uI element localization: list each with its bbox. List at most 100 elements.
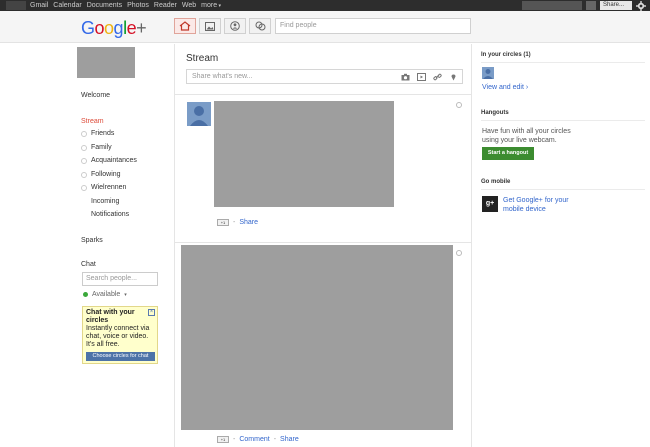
circles-tab[interactable] <box>249 18 271 34</box>
get-mobile-link[interactable]: Get Google+ for your mobile device <box>503 196 583 214</box>
share-link[interactable]: Share <box>239 219 258 226</box>
circle-icon <box>81 184 87 191</box>
notification-count[interactable] <box>586 1 596 10</box>
stream-column: Stream Share what's new... +1 - Share +1… <box>174 44 472 447</box>
promo-title: Chat with your circles <box>86 309 135 324</box>
chat-search-input[interactable]: Search people... <box>82 272 158 286</box>
sidebar-item-label: Wielrennen <box>91 184 127 191</box>
divider <box>481 120 645 121</box>
person-icon <box>190 106 208 126</box>
google-top-bar: Gmail Calendar Documents Photos Reader W… <box>0 0 650 11</box>
share-button[interactable]: Share... <box>600 1 632 10</box>
video-icon[interactable] <box>417 73 426 81</box>
gbar-link-gmail[interactable]: Gmail <box>30 0 48 11</box>
hangouts-description: Have fun with all your circles using you… <box>482 128 571 144</box>
sidebar-item-notifications[interactable]: Notifications <box>91 211 129 218</box>
sidebar-item-label: Acquaintances <box>91 157 137 164</box>
circle-icon <box>81 157 87 164</box>
home-icon <box>179 21 191 31</box>
share-attachment-icons <box>401 73 458 81</box>
sidebar-item-incoming[interactable]: Incoming <box>91 198 119 205</box>
link-icon[interactable] <box>433 73 442 81</box>
in-circles-heading: In your circles (1) <box>481 52 531 58</box>
google-plus-logo[interactable]: Google+ <box>81 18 147 39</box>
sidebar-item-friends[interactable]: Friends <box>81 130 114 137</box>
top-bar-placeholder <box>6 1 26 10</box>
start-hangout-button[interactable]: Start a hangout <box>482 147 534 160</box>
gbar-link-documents[interactable]: Documents <box>87 0 122 11</box>
gear-icon[interactable] <box>636 0 646 11</box>
sidebar-item-label: Following <box>91 171 121 178</box>
find-people-input[interactable]: Find people <box>275 18 471 34</box>
person-icon <box>483 69 493 79</box>
top-nav <box>174 18 271 34</box>
view-and-edit-link[interactable]: View and edit › <box>482 84 528 91</box>
gbar-link-web[interactable]: Web <box>182 0 196 11</box>
right-sidebar: In your circles (1) View and edit › Hang… <box>473 44 650 447</box>
sidebar-item-wielrennen[interactable]: Wielrennen <box>81 184 126 191</box>
circle-icon <box>81 171 87 178</box>
choose-circles-button[interactable]: Choose circles for chat <box>86 352 155 361</box>
go-mobile-heading: Go mobile <box>481 179 511 185</box>
avatar[interactable] <box>187 102 211 126</box>
left-sidebar: Welcome Stream Friends Family Acquaintan… <box>0 44 173 447</box>
share-link[interactable]: Share <box>280 436 299 443</box>
gbar-right-controls: Share... <box>522 0 646 11</box>
sidebar-item-family[interactable]: Family <box>81 144 112 151</box>
sidebar-item-label: Friends <box>91 130 115 137</box>
divider <box>481 62 645 63</box>
post-image[interactable] <box>214 101 394 207</box>
profile-photo[interactable] <box>77 47 135 78</box>
user-name-placeholder[interactable] <box>522 1 582 10</box>
gbar-link-calendar[interactable]: Calendar <box>53 0 81 11</box>
plus-one-button[interactable]: +1 <box>217 436 229 443</box>
home-tab[interactable] <box>174 18 196 34</box>
avatar[interactable] <box>482 67 494 79</box>
share-box[interactable]: Share what's new... <box>186 69 463 84</box>
gbar-link-photos[interactable]: Photos <box>127 0 149 11</box>
sidebar-item-label: Family <box>91 144 112 151</box>
circle-icon <box>81 144 87 151</box>
photos-icon <box>205 21 215 31</box>
post-actions: +1 - Comment - Share <box>217 436 299 443</box>
header: Google+ Find people <box>0 11 650 43</box>
sidebar-item-sparks[interactable]: Sparks <box>81 237 103 244</box>
separator: - <box>273 436 277 443</box>
profile-tab[interactable] <box>224 18 246 34</box>
sidebar-item-stream[interactable]: Stream <box>81 118 104 125</box>
post-image[interactable] <box>181 245 453 430</box>
separator: - <box>233 436 236 443</box>
circle-icon <box>81 130 87 137</box>
google-services-nav: Gmail Calendar Documents Photos Reader W… <box>30 0 221 11</box>
chat-status[interactable]: Available ▾ <box>83 291 127 298</box>
post-menu-icon[interactable] <box>456 102 462 108</box>
chat-promo-box: × Chat with your circles Instantly conne… <box>82 306 158 364</box>
stream-post: +1 - Share <box>175 94 472 242</box>
separator: - <box>233 219 236 226</box>
plus-one-button[interactable]: +1 <box>217 219 229 226</box>
sidebar-item-following[interactable]: Following <box>81 171 121 178</box>
circles-icon <box>255 21 265 31</box>
gbar-link-reader[interactable]: Reader <box>154 0 177 11</box>
chat-heading: Chat <box>81 261 96 268</box>
chevron-down-icon: ▾ <box>124 291 127 298</box>
camera-icon[interactable] <box>401 73 410 81</box>
sidebar-item-acquaintances[interactable]: Acquaintances <box>81 157 137 164</box>
post-actions: +1 - Share <box>217 219 258 226</box>
promo-description: Instantly connect via chat, voice or vid… <box>86 325 150 348</box>
post-menu-icon[interactable] <box>456 250 462 256</box>
google-plus-mobile-icon: g+ <box>482 196 498 212</box>
photos-tab[interactable] <box>199 18 221 34</box>
stream-post: +1 - Comment - Share <box>175 242 472 447</box>
available-status-icon <box>83 292 88 297</box>
comment-link[interactable]: Comment <box>239 436 269 443</box>
profile-icon <box>230 21 240 31</box>
chat-status-label: Available <box>92 291 121 298</box>
sidebar-item-welcome[interactable]: Welcome <box>81 92 110 99</box>
hangouts-heading: Hangouts <box>481 110 509 116</box>
divider <box>481 189 645 190</box>
close-icon[interactable]: × <box>148 309 155 316</box>
share-box-placeholder: Share what's new... <box>192 73 253 80</box>
gbar-link-more[interactable]: more <box>201 0 221 12</box>
location-icon[interactable] <box>449 73 458 81</box>
